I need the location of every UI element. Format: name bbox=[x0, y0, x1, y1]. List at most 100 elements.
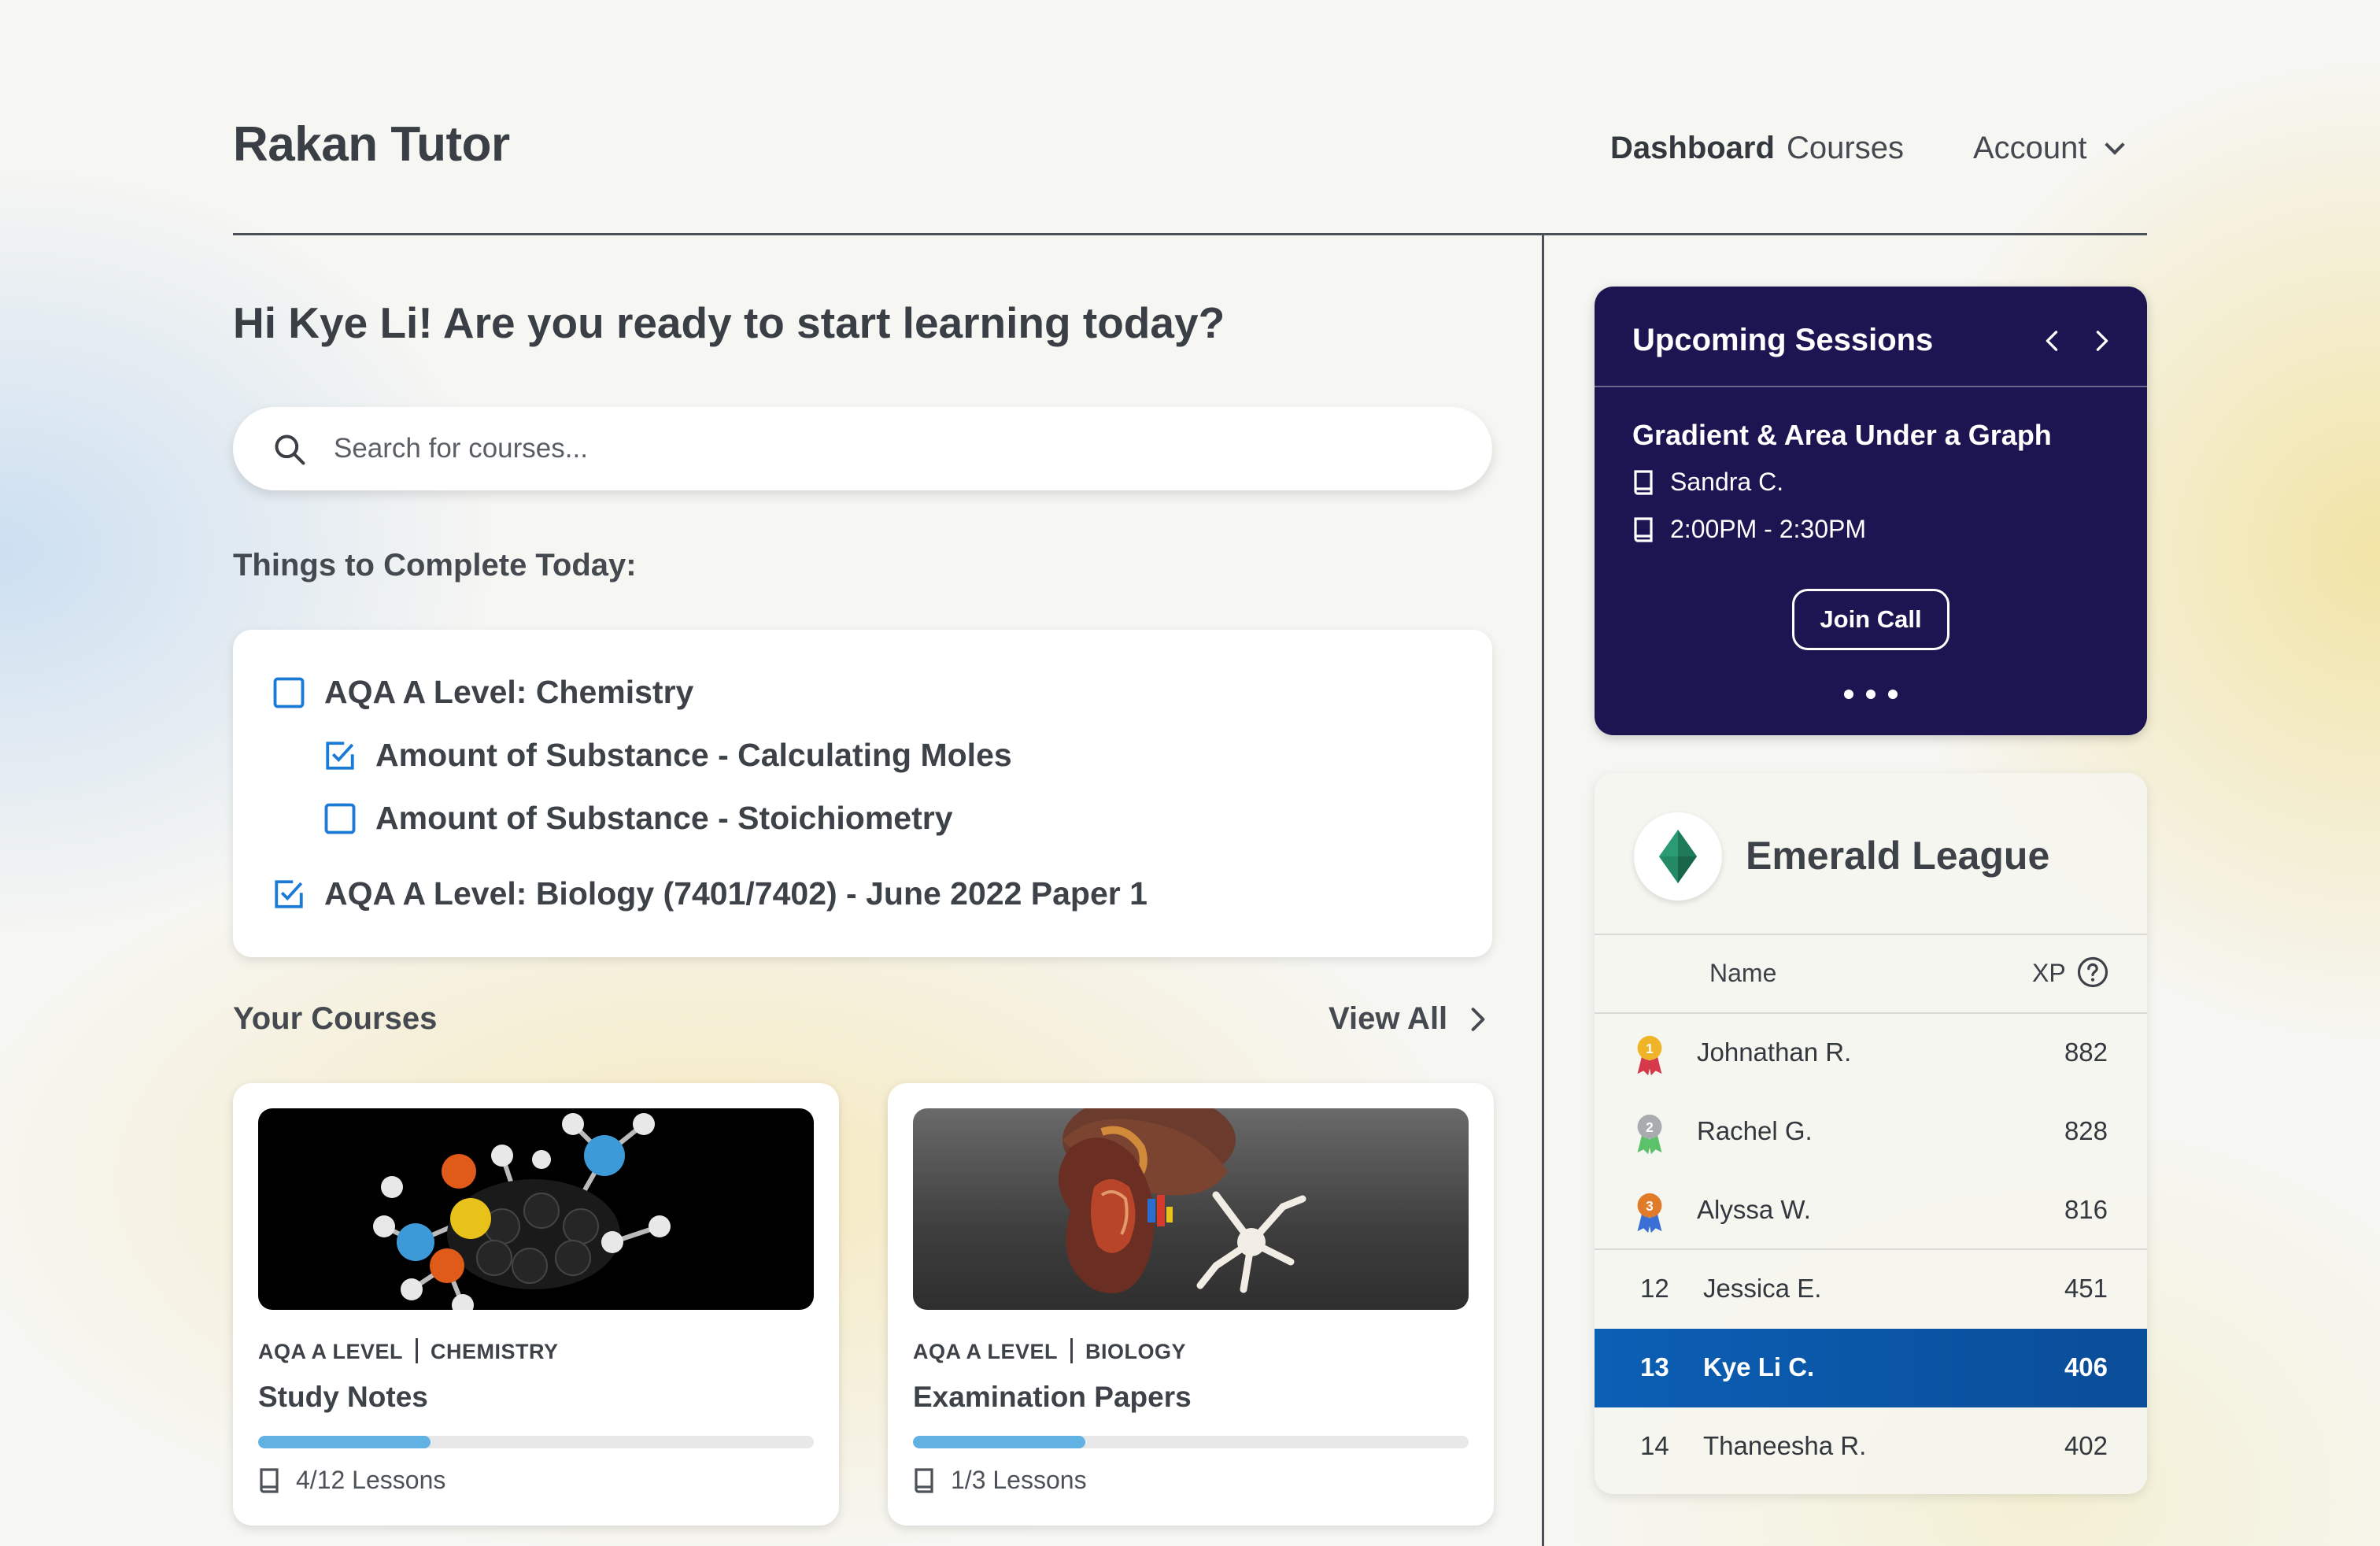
course-progress-bar bbox=[258, 1436, 814, 1448]
chevron-right-icon bbox=[1471, 1007, 1485, 1031]
league-rank: 13 bbox=[1640, 1352, 1669, 1381]
gold-medal-icon: 1 bbox=[1637, 1035, 1662, 1076]
course-card-biology[interactable]: AQA A LEVEL BIOLOGY Examination Papers 1/… bbox=[888, 1083, 1494, 1526]
checkbox-unchecked-icon[interactable] bbox=[323, 802, 357, 835]
todo-title: Things to Complete Today: bbox=[233, 548, 637, 583]
emerald-gem-icon bbox=[1659, 830, 1697, 883]
league-xp: 882 bbox=[2064, 1037, 2108, 1067]
league-row-current-user[interactable]: 13 Kye Li C. 406 bbox=[1595, 1329, 2147, 1407]
course-tag: AQA A LEVEL BIOLOGY bbox=[913, 1338, 1186, 1364]
course-board: AQA A LEVEL bbox=[913, 1340, 1059, 1363]
medal-rank: 2 bbox=[1646, 1119, 1654, 1135]
search-input[interactable] bbox=[334, 424, 1436, 473]
book-icon bbox=[1634, 516, 1653, 542]
course-image-molecule bbox=[258, 1108, 814, 1310]
molecule-illustration bbox=[373, 1113, 671, 1310]
league-name: Kye Li C. bbox=[1703, 1352, 1815, 1381]
course-name: Study Notes bbox=[258, 1381, 428, 1413]
carousel-dot[interactable] bbox=[1866, 690, 1876, 699]
league-row[interactable]: 2 Rachel G. 828 bbox=[1595, 1093, 2147, 1171]
courses-title: Your Courses bbox=[233, 1001, 438, 1036]
league-name: Alyssa W. bbox=[1697, 1195, 1811, 1224]
bronze-medal-icon: 3 bbox=[1637, 1193, 1662, 1233]
organ-models-illustration bbox=[1059, 1108, 1306, 1293]
silver-medal-icon: 2 bbox=[1637, 1114, 1662, 1155]
league-card: Emerald League Name XP 1 Johnathan R. 88… bbox=[1595, 773, 2147, 1494]
league-title: Emerald League bbox=[1746, 834, 2050, 878]
course-card-chemistry[interactable]: AQA A LEVEL CHEMISTRY Study Notes 4/12 Le… bbox=[233, 1083, 839, 1526]
nav-courses[interactable]: Courses bbox=[1787, 131, 1904, 166]
league-rank: 12 bbox=[1640, 1274, 1669, 1303]
course-progress-fill bbox=[258, 1436, 431, 1448]
book-icon bbox=[1634, 469, 1653, 495]
session-time-text: 2:00PM - 2:30PM bbox=[1670, 515, 1866, 543]
header-divider bbox=[233, 233, 2147, 235]
book-icon bbox=[915, 1467, 933, 1493]
league-badge bbox=[1634, 812, 1722, 901]
search-icon bbox=[275, 435, 305, 465]
course-board: AQA A LEVEL bbox=[258, 1340, 404, 1363]
carousel-dot[interactable] bbox=[1888, 690, 1898, 699]
sessions-divider bbox=[1595, 386, 2147, 387]
page-title: Hi Kye Li! Are you ready to start learni… bbox=[233, 298, 1225, 347]
chevron-down-icon bbox=[2104, 135, 2125, 155]
session-time: 2:00PM - 2:30PM bbox=[1632, 515, 1866, 544]
course-name: Examination Papers bbox=[913, 1381, 1192, 1413]
course-lessons-count: 4/12 Lessons bbox=[296, 1466, 446, 1494]
checkbox-unchecked-icon[interactable] bbox=[272, 676, 305, 709]
todo-item[interactable]: AQA A Level: Biology (7401/7402) - June … bbox=[272, 875, 1148, 912]
todo-item-label: Amount of Substance - Stoichiometry bbox=[375, 800, 953, 836]
league-row[interactable]: 14 Thaneesha R. 402 bbox=[1595, 1407, 2147, 1486]
league-name: Johnathan R. bbox=[1697, 1037, 1852, 1067]
course-subject: CHEMISTRY bbox=[431, 1340, 559, 1363]
course-lessons-count: 1/3 Lessons bbox=[951, 1466, 1087, 1494]
help-icon[interactable] bbox=[2076, 956, 2109, 989]
search-bar[interactable] bbox=[233, 407, 1492, 490]
carousel-dot[interactable] bbox=[1844, 690, 1853, 699]
chevron-right-icon[interactable] bbox=[2092, 331, 2112, 351]
brand-title[interactable]: Rakan Tutor bbox=[233, 117, 510, 172]
league-row[interactable]: 12 Jessica E. 451 bbox=[1595, 1250, 2147, 1329]
league-name: Rachel G. bbox=[1697, 1116, 1813, 1145]
checkbox-checked-icon[interactable] bbox=[323, 739, 357, 772]
session-tutor: Sandra C. bbox=[1632, 468, 1783, 497]
todo-item-label: AQA A Level: Biology (7401/7402) - June … bbox=[324, 875, 1148, 912]
nav-account[interactable]: Account bbox=[1973, 131, 2125, 166]
medal-rank: 1 bbox=[1646, 1041, 1654, 1056]
course-tag: AQA A LEVEL CHEMISTRY bbox=[258, 1338, 559, 1364]
course-progress-bar bbox=[913, 1436, 1469, 1448]
course-progress-fill bbox=[913, 1436, 1085, 1448]
column-header-name: Name bbox=[1709, 959, 1777, 987]
tag-divider bbox=[1070, 1338, 1074, 1363]
view-all-label: View All bbox=[1329, 1001, 1448, 1036]
tag-divider bbox=[416, 1338, 419, 1363]
league-xp: 816 bbox=[2064, 1195, 2108, 1224]
course-subject: BIOLOGY bbox=[1085, 1340, 1187, 1363]
league-row[interactable]: 3 Alyssa W. 816 bbox=[1595, 1171, 2147, 1250]
todo-item[interactable]: Amount of Substance - Calculating Moles bbox=[323, 737, 1012, 774]
todo-item[interactable]: Amount of Substance - Stoichiometry bbox=[323, 800, 953, 837]
league-xp: 451 bbox=[2064, 1274, 2108, 1303]
checkbox-checked-icon[interactable] bbox=[272, 878, 305, 911]
course-lessons: 1/3 Lessons bbox=[913, 1466, 1087, 1495]
medal-rank: 3 bbox=[1646, 1198, 1654, 1214]
league-row[interactable]: 1 Johnathan R. 882 bbox=[1595, 1014, 2147, 1093]
todo-item[interactable]: AQA A Level: Chemistry bbox=[272, 674, 693, 711]
chevron-left-icon[interactable] bbox=[2042, 331, 2062, 351]
league-divider bbox=[1595, 934, 2147, 935]
session-tutor-name: Sandra C. bbox=[1670, 468, 1784, 496]
league-rank: 14 bbox=[1640, 1431, 1669, 1460]
upcoming-sessions-card: Upcoming Sessions Gradient & Area Under … bbox=[1595, 287, 2147, 735]
book-icon bbox=[260, 1467, 279, 1493]
column-header-xp: XP bbox=[2032, 959, 2066, 987]
join-call-button[interactable]: Join Call bbox=[1792, 589, 1949, 650]
todo-item-label: AQA A Level: Chemistry bbox=[324, 674, 694, 710]
session-name: Gradient & Area Under a Graph bbox=[1632, 419, 2052, 451]
course-lessons: 4/12 Lessons bbox=[258, 1466, 445, 1495]
sessions-title: Upcoming Sessions bbox=[1632, 323, 1934, 357]
nav-dashboard[interactable]: Dashboard bbox=[1610, 131, 1775, 166]
view-all-link[interactable]: View All bbox=[1329, 1001, 1488, 1037]
league-name: Thaneesha R. bbox=[1703, 1431, 1867, 1460]
todo-item-label: Amount of Substance - Calculating Moles bbox=[375, 737, 1012, 773]
league-name: Jessica E. bbox=[1703, 1274, 1822, 1303]
